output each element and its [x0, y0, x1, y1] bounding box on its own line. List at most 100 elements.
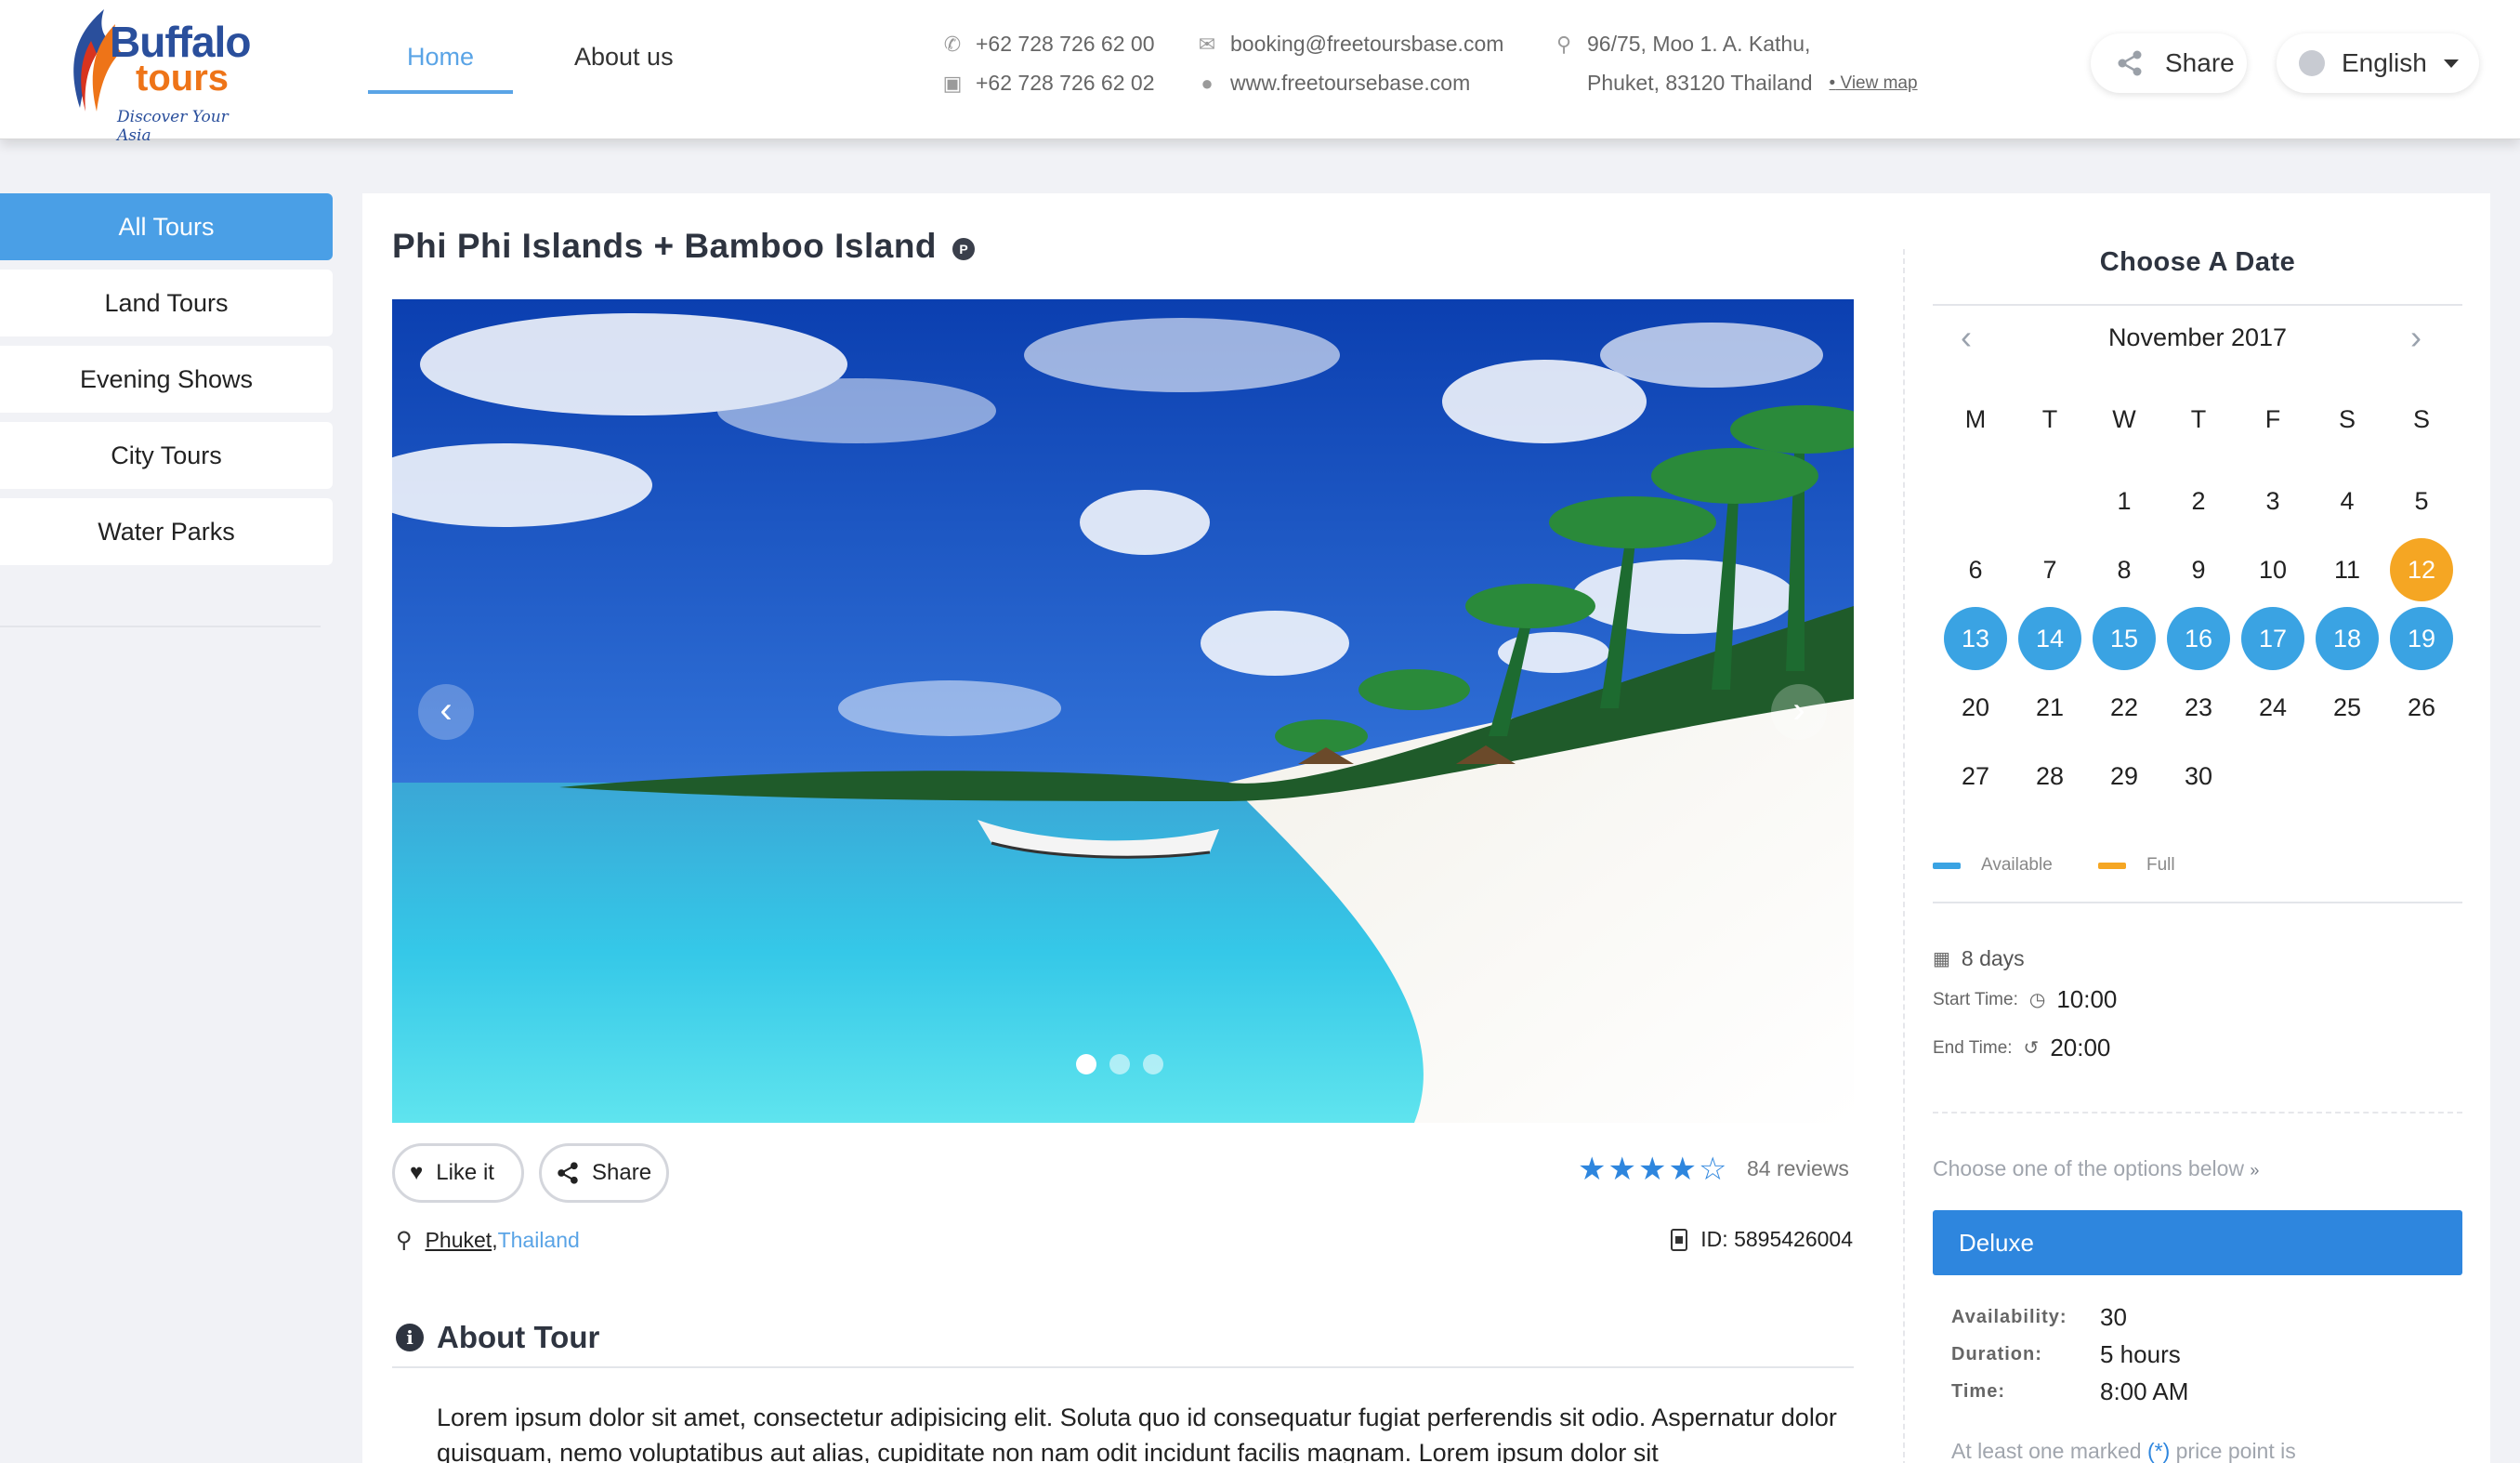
- calendar-day-available[interactable]: 17: [2236, 604, 2310, 673]
- availability-value: 30: [2100, 1303, 2127, 1331]
- calendar-day-number: 26: [2407, 692, 2436, 721]
- sidebar-item-all-tours[interactable]: All Tours: [0, 193, 333, 260]
- info-icon: i: [396, 1324, 424, 1351]
- view-map-link[interactable]: • View map: [1830, 73, 1918, 94]
- like-button[interactable]: ♥ Like it: [392, 1143, 524, 1203]
- calendar-day-default[interactable]: 8: [2087, 535, 2161, 604]
- price-note-prefix: At least one marked: [1951, 1439, 2147, 1463]
- calendar-day-default[interactable]: 10: [2236, 535, 2310, 604]
- about-divider: [392, 1366, 1854, 1368]
- duration-value: 5 hours: [2100, 1340, 2181, 1368]
- calendar-day-default[interactable]: 4: [2310, 467, 2384, 535]
- share-label: Share: [592, 1160, 652, 1185]
- gallery-dot[interactable]: [1109, 1054, 1130, 1074]
- right-column-divider: [1903, 249, 1905, 1463]
- rating-stars: ★★★★☆: [1578, 1151, 1728, 1188]
- calendar-day-default[interactable]: 22: [2087, 673, 2161, 742]
- sidebar-item-land-tours[interactable]: Land Tours: [0, 270, 333, 336]
- nav-about-us[interactable]: About us: [574, 43, 674, 72]
- calendar-day-default[interactable]: 1: [2087, 467, 2161, 535]
- contact-address: ⚲ 96/75, Moo 1. A. Kathu,: [1554, 32, 1810, 57]
- options-divider: [1933, 1112, 2462, 1114]
- gallery-dot[interactable]: [1143, 1054, 1163, 1074]
- calendar-day-number: 3: [2265, 486, 2280, 515]
- calendar-day-default[interactable]: 3: [2236, 467, 2310, 535]
- options-prompt[interactable]: Choose one of the options below »: [1933, 1156, 2259, 1181]
- sidebar-item-water-parks[interactable]: Water Parks: [0, 498, 333, 565]
- calendar-day-available[interactable]: 19: [2384, 604, 2459, 673]
- about-text: Lorem ipsum dolor sit amet, consectetur …: [437, 1404, 1837, 1463]
- sidebar-item-evening-shows[interactable]: Evening Shows: [0, 346, 333, 413]
- calendar-day-default[interactable]: 9: [2161, 535, 2236, 604]
- envelope-icon: ✉: [1198, 32, 1216, 56]
- calendar-day-default[interactable]: 25: [2310, 673, 2384, 742]
- calendar-day-default[interactable]: 26: [2384, 673, 2459, 742]
- calendar-day-number: 7: [2042, 555, 2057, 584]
- star-filled-icon: ★: [1608, 1152, 1638, 1187]
- header-share-button[interactable]: Share: [2091, 33, 2247, 93]
- chevron-right-icon[interactable]: ›: [2410, 318, 2422, 357]
- share-icon: [2118, 50, 2142, 76]
- calendar-day-default[interactable]: 23: [2161, 673, 2236, 742]
- calendar-day-available[interactable]: 15: [2087, 604, 2161, 673]
- weekday-header: M: [1964, 405, 1987, 433]
- calendar-day-number: 28: [2035, 761, 2065, 790]
- gallery-next-button[interactable]: ›: [1771, 684, 1827, 740]
- calendar-day-number: 27: [1961, 761, 1990, 790]
- tour-gallery[interactable]: ‹ ›: [392, 299, 1854, 1123]
- calendar-day-full[interactable]: 12: [2384, 535, 2459, 604]
- calendar-day-available[interactable]: 13: [1938, 604, 2013, 673]
- tour-id: ID: 5895426004: [1671, 1227, 1853, 1252]
- calendar-day-number: 11: [2333, 555, 2361, 584]
- location-country[interactable]: Thailand: [498, 1228, 580, 1252]
- calendar-day-default[interactable]: 27: [1938, 742, 2013, 811]
- legend-available: Available: [1933, 855, 2053, 876]
- contact-fax: ▣ +62 728 726 62 02: [942, 71, 1155, 96]
- gallery-dot[interactable]: [1076, 1054, 1096, 1074]
- calendar-day-default[interactable]: 29: [2087, 742, 2161, 811]
- calendar-day-number: 18: [2316, 607, 2379, 670]
- legend-full-label: Full: [2146, 855, 2175, 875]
- gallery-prev-button[interactable]: ‹: [418, 684, 474, 740]
- nav-home[interactable]: Home: [368, 43, 513, 94]
- email-address[interactable]: booking@freetoursbase.com: [1230, 32, 1503, 57]
- brand-logo[interactable]: Buffalo tours Discover Your Asia: [59, 4, 255, 145]
- reviews-count[interactable]: 84 reviews: [1747, 1156, 1849, 1181]
- calendar-day-number: 10: [2258, 555, 2288, 584]
- calendar-day-number: 15: [2093, 607, 2156, 670]
- calendar-day-available[interactable]: 18: [2310, 604, 2384, 673]
- time-value: 8:00 AM: [2100, 1377, 2189, 1405]
- weekday-header: T: [2041, 405, 2058, 433]
- sidebar-item-city-tours[interactable]: City Tours: [0, 422, 333, 489]
- price-note-mark: (*): [2146, 1439, 2171, 1463]
- calendar-day-available[interactable]: 16: [2161, 604, 2236, 673]
- calendar-day-default[interactable]: 7: [2013, 535, 2087, 604]
- calendar-day-default[interactable]: 28: [2013, 742, 2087, 811]
- calendar-day-default[interactable]: 21: [2013, 673, 2087, 742]
- calendar-day-default[interactable]: 5: [2384, 467, 2459, 535]
- calendar-day-available[interactable]: 14: [2013, 604, 2087, 673]
- calendar-day-default[interactable]: 2: [2161, 467, 2236, 535]
- calendar-day-default[interactable]: 11: [2310, 535, 2384, 604]
- language-selector[interactable]: English: [2277, 33, 2479, 93]
- calendar-day-default[interactable]: 24: [2236, 673, 2310, 742]
- calendar-day-number: 1: [2117, 486, 2132, 515]
- contact-website: ● www.freetoursebase.com: [1197, 71, 1470, 96]
- calendar-day-number: 8: [2117, 555, 2132, 584]
- website-url[interactable]: www.freetoursebase.com: [1230, 71, 1470, 96]
- calendar-day-number: 24: [2258, 692, 2288, 721]
- phone-icon: ✆: [943, 32, 962, 56]
- calendar-title: Choose A Date: [2099, 247, 2296, 277]
- fax-number: +62 728 726 62 02: [976, 71, 1155, 95]
- location-city[interactable]: Phuket: [426, 1228, 492, 1252]
- calendar-day-default[interactable]: 30: [2161, 742, 2236, 811]
- calendar-day-default[interactable]: 6: [1938, 535, 2013, 604]
- star-filled-icon: ★: [1637, 1152, 1669, 1187]
- map-pin-icon: ⚲: [1555, 32, 1572, 56]
- calendar-day-default[interactable]: 20: [1938, 673, 2013, 742]
- fax-icon: ▣: [942, 71, 963, 95]
- share-button[interactable]: Share: [539, 1143, 669, 1203]
- option-deluxe-button[interactable]: Deluxe: [1933, 1210, 2462, 1275]
- star-empty-icon: ☆: [1698, 1152, 1729, 1187]
- duration-label: Duration:: [1951, 1344, 2042, 1364]
